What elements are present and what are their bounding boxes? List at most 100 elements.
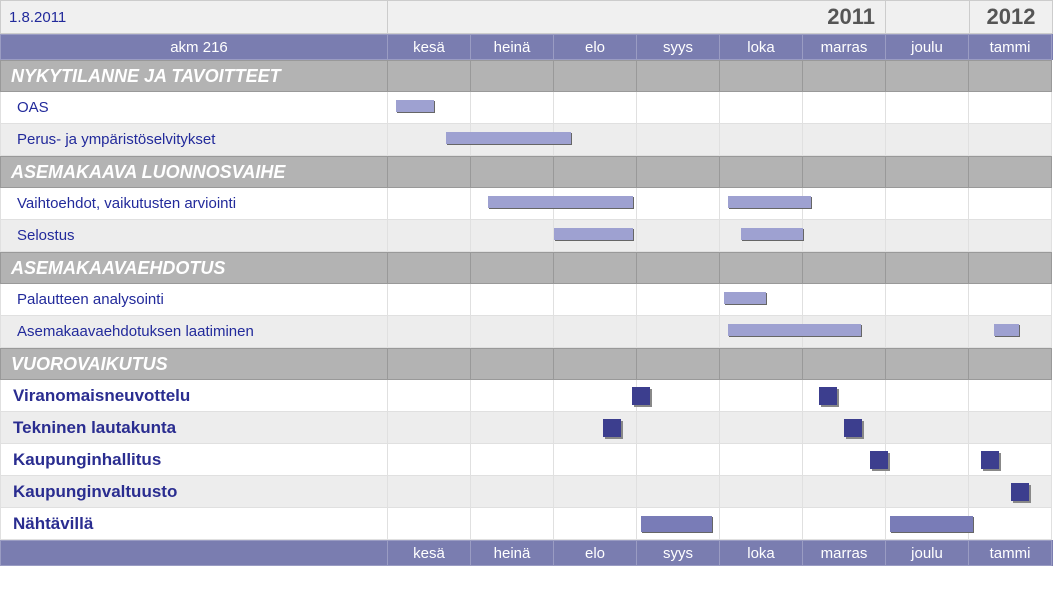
task-name: Viranomaisneuvottelu (0, 380, 388, 412)
gantt-bar (741, 228, 803, 240)
gantt-cell (886, 380, 969, 412)
gantt-cell (637, 316, 720, 348)
gantt-cell (969, 124, 1052, 156)
gantt-cell (886, 316, 969, 348)
task-row: Selostus (0, 220, 1053, 252)
gantt-cell (388, 220, 471, 252)
section-cell (886, 60, 969, 92)
month-header-row: akm 216 kesä heinä elo syys loka marras … (0, 34, 1053, 60)
section-cell (803, 348, 886, 380)
gantt-cell (471, 476, 554, 508)
milestone-icon (1011, 483, 1029, 501)
section-cell (554, 348, 637, 380)
year-row: 1.8.2011 2011 2012 (0, 0, 1053, 34)
gantt-cell (886, 220, 969, 252)
fmonth-5: marras (803, 540, 886, 566)
task-cells (388, 444, 1052, 476)
section-cell (720, 348, 803, 380)
section-cell (388, 156, 471, 188)
section-cell (886, 252, 969, 284)
gantt-cell (803, 124, 886, 156)
gantt-cell (720, 444, 803, 476)
fmonth-4: loka (720, 540, 803, 566)
task-row: Kaupunginvaltuusto (0, 476, 1053, 508)
gantt-cell (637, 412, 720, 444)
section-cell (637, 60, 720, 92)
gantt-cell (554, 444, 637, 476)
gantt-cell (803, 476, 886, 508)
section-header: ASEMAKAAVA LUONNOSVAIHE (0, 156, 1053, 188)
section-cell (803, 252, 886, 284)
milestone-icon (603, 419, 621, 437)
section-cell (471, 60, 554, 92)
gantt-cell (803, 284, 886, 316)
gantt-cell (637, 124, 720, 156)
gantt-cell (803, 92, 886, 124)
gantt-cell (471, 508, 554, 540)
fmonth-7: tammi (969, 540, 1052, 566)
task-cells (388, 316, 1052, 348)
gantt-cell (720, 508, 803, 540)
gantt-cell (886, 476, 969, 508)
task-cells (388, 92, 1052, 124)
gantt-cell (388, 316, 471, 348)
gantt-cell (637, 188, 720, 220)
task-row: Asemakaavaehdotuksen laatiminen (0, 316, 1053, 348)
task-name: Tekninen lautakunta (0, 412, 388, 444)
task-cells (388, 380, 1052, 412)
milestone-icon (819, 387, 837, 405)
milestone-icon (870, 451, 888, 469)
gantt-cell (388, 380, 471, 412)
gantt-cell (637, 220, 720, 252)
task-row: Perus- ja ympäristöselvitykset (0, 124, 1053, 156)
gantt-bar (724, 292, 766, 304)
section-cell (471, 252, 554, 284)
task-name: Perus- ja ympäristöselvitykset (0, 124, 388, 156)
section-cell (969, 60, 1052, 92)
task-row: Nähtävillä (0, 508, 1053, 540)
gantt-cell (471, 380, 554, 412)
month-0: kesä (388, 34, 471, 60)
gantt-cell (471, 220, 554, 252)
milestone-icon (981, 451, 999, 469)
task-name: Kaupunginvaltuusto (0, 476, 388, 508)
fmonth-3: syys (637, 540, 720, 566)
gantt-cell (554, 316, 637, 348)
month-4: loka (720, 34, 803, 60)
gantt-cell (886, 444, 969, 476)
year-2011: 2011 (388, 0, 886, 34)
year-2011-label: 2011 (827, 4, 885, 30)
gantt-cell (388, 508, 471, 540)
task-name: Asemakaavaehdotuksen laatiminen (0, 316, 388, 348)
gantt-cell (637, 476, 720, 508)
gantt-cell (886, 412, 969, 444)
month-3: syys (637, 34, 720, 60)
gantt-cell (969, 220, 1052, 252)
section-cell (554, 156, 637, 188)
gantt-bar (641, 516, 712, 532)
gantt-cell (969, 92, 1052, 124)
gantt-cell (388, 412, 471, 444)
task-cells (388, 188, 1052, 220)
gantt-cell (969, 284, 1052, 316)
gantt-cell (720, 380, 803, 412)
section-cell (388, 252, 471, 284)
task-cells (388, 508, 1052, 540)
section-cell (803, 156, 886, 188)
gantt-bar (446, 132, 571, 144)
section-cell (969, 348, 1052, 380)
task-row: Tekninen lautakunta (0, 412, 1053, 444)
section-cell (637, 156, 720, 188)
section-cell (637, 348, 720, 380)
section-title: ASEMAKAAVA LUONNOSVAIHE (0, 156, 388, 188)
section-cell (886, 348, 969, 380)
gantt-cell (720, 92, 803, 124)
task-name: Kaupunginhallitus (0, 444, 388, 476)
gantt-cell (637, 284, 720, 316)
gantt-cell (471, 412, 554, 444)
month-2: elo (554, 34, 637, 60)
task-row: Vaihtoehdot, vaikutusten arviointi (0, 188, 1053, 220)
task-name: Nähtävillä (0, 508, 388, 540)
gantt-cell (886, 124, 969, 156)
gantt-cell (886, 92, 969, 124)
